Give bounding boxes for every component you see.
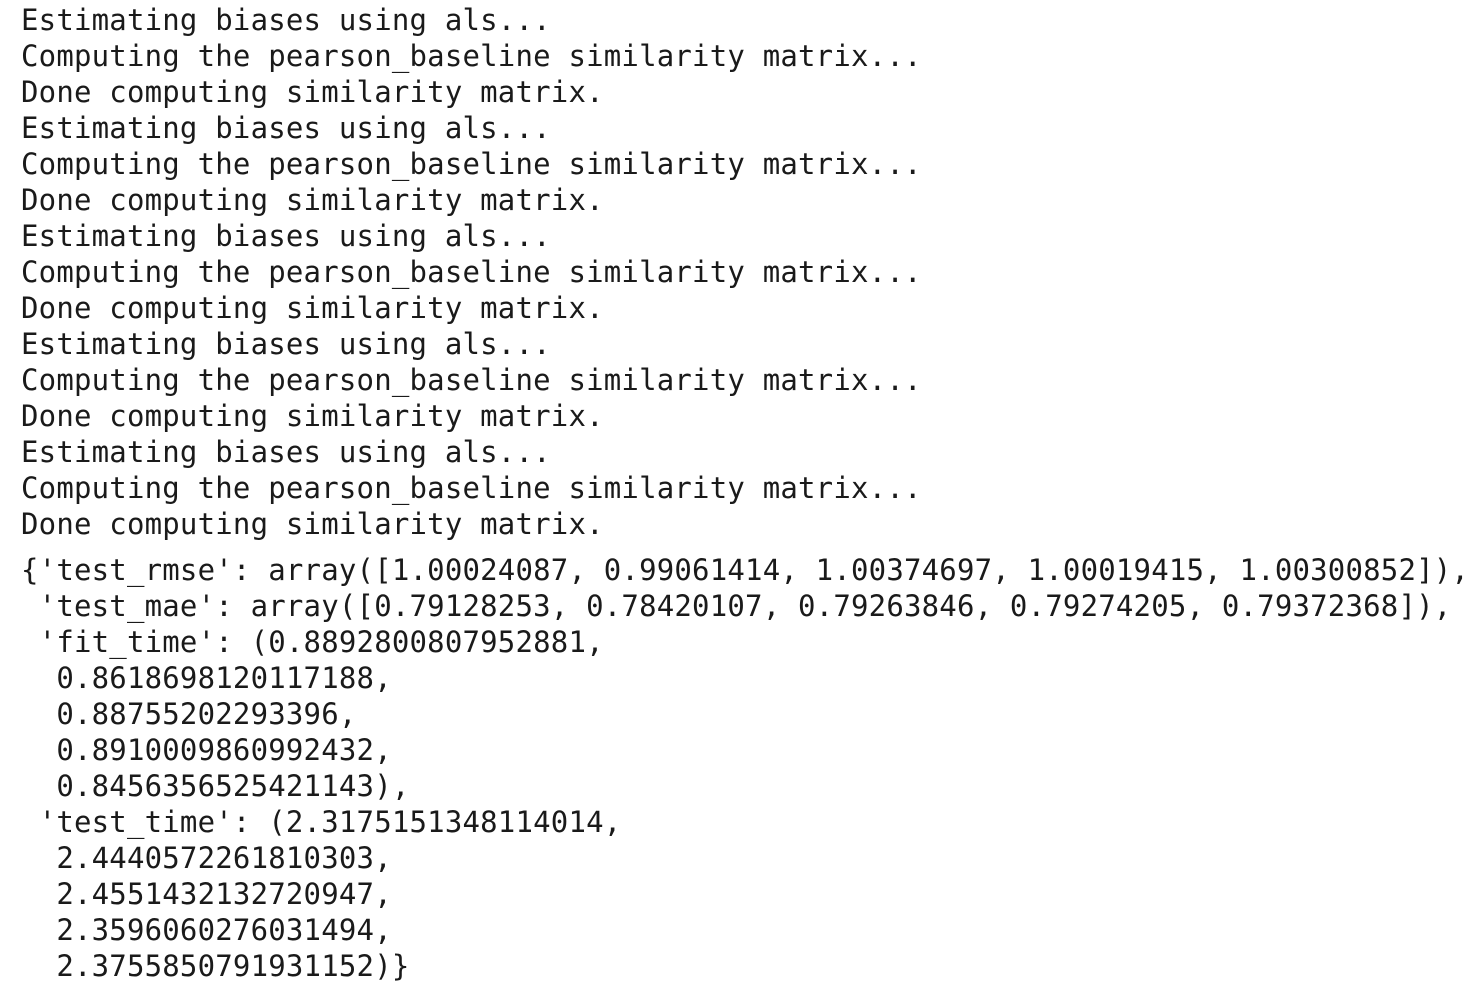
result-output: {'test_rmse': array([1.00024087, 0.99061… (21, 552, 1471, 984)
stream-line: Computing the pearson_baseline similarit… (21, 39, 922, 73)
stream-line: Done computing similarity matrix. (21, 183, 604, 217)
result-line: 'fit_time': (0.8892800807952881, (21, 625, 604, 659)
output-separator (21, 542, 1471, 552)
stream-line: Done computing similarity matrix. (21, 291, 604, 325)
stream-line: Computing the pearson_baseline similarit… (21, 255, 922, 289)
notebook-output-area: Estimating biases using als... Computing… (21, 2, 1471, 984)
stream-line: Computing the pearson_baseline similarit… (21, 363, 922, 397)
stream-line: Estimating biases using als... (21, 327, 551, 361)
stream-line: Done computing similarity matrix. (21, 399, 604, 433)
result-line: 2.3596060276031494, (21, 913, 392, 947)
result-line: 2.4551432132720947, (21, 877, 392, 911)
stream-line: Estimating biases using als... (21, 219, 551, 253)
stream-output: Estimating biases using als... Computing… (21, 2, 1471, 542)
result-line: 2.3755850791931152)} (21, 949, 410, 983)
stream-line: Done computing similarity matrix. (21, 507, 604, 541)
stream-line: Computing the pearson_baseline similarit… (21, 147, 922, 181)
stream-line: Estimating biases using als... (21, 3, 551, 37)
stream-line: Estimating biases using als... (21, 435, 551, 469)
result-line: {'test_rmse': array([1.00024087, 0.99061… (21, 553, 1470, 587)
result-line: 0.8618698120117188, (21, 661, 392, 695)
result-line: 2.4440572261810303, (21, 841, 392, 875)
result-line: 0.8456356525421143), (21, 769, 410, 803)
stream-line: Done computing similarity matrix. (21, 75, 604, 109)
result-line: 'test_time': (2.3175151348114014, (21, 805, 622, 839)
result-line: 0.8910009860992432, (21, 733, 392, 767)
result-line: 'test_mae': array([0.79128253, 0.7842010… (21, 589, 1452, 623)
stream-line: Estimating biases using als... (21, 111, 551, 145)
stream-line: Computing the pearson_baseline similarit… (21, 471, 922, 505)
result-line: 0.88755202293396, (21, 697, 357, 731)
